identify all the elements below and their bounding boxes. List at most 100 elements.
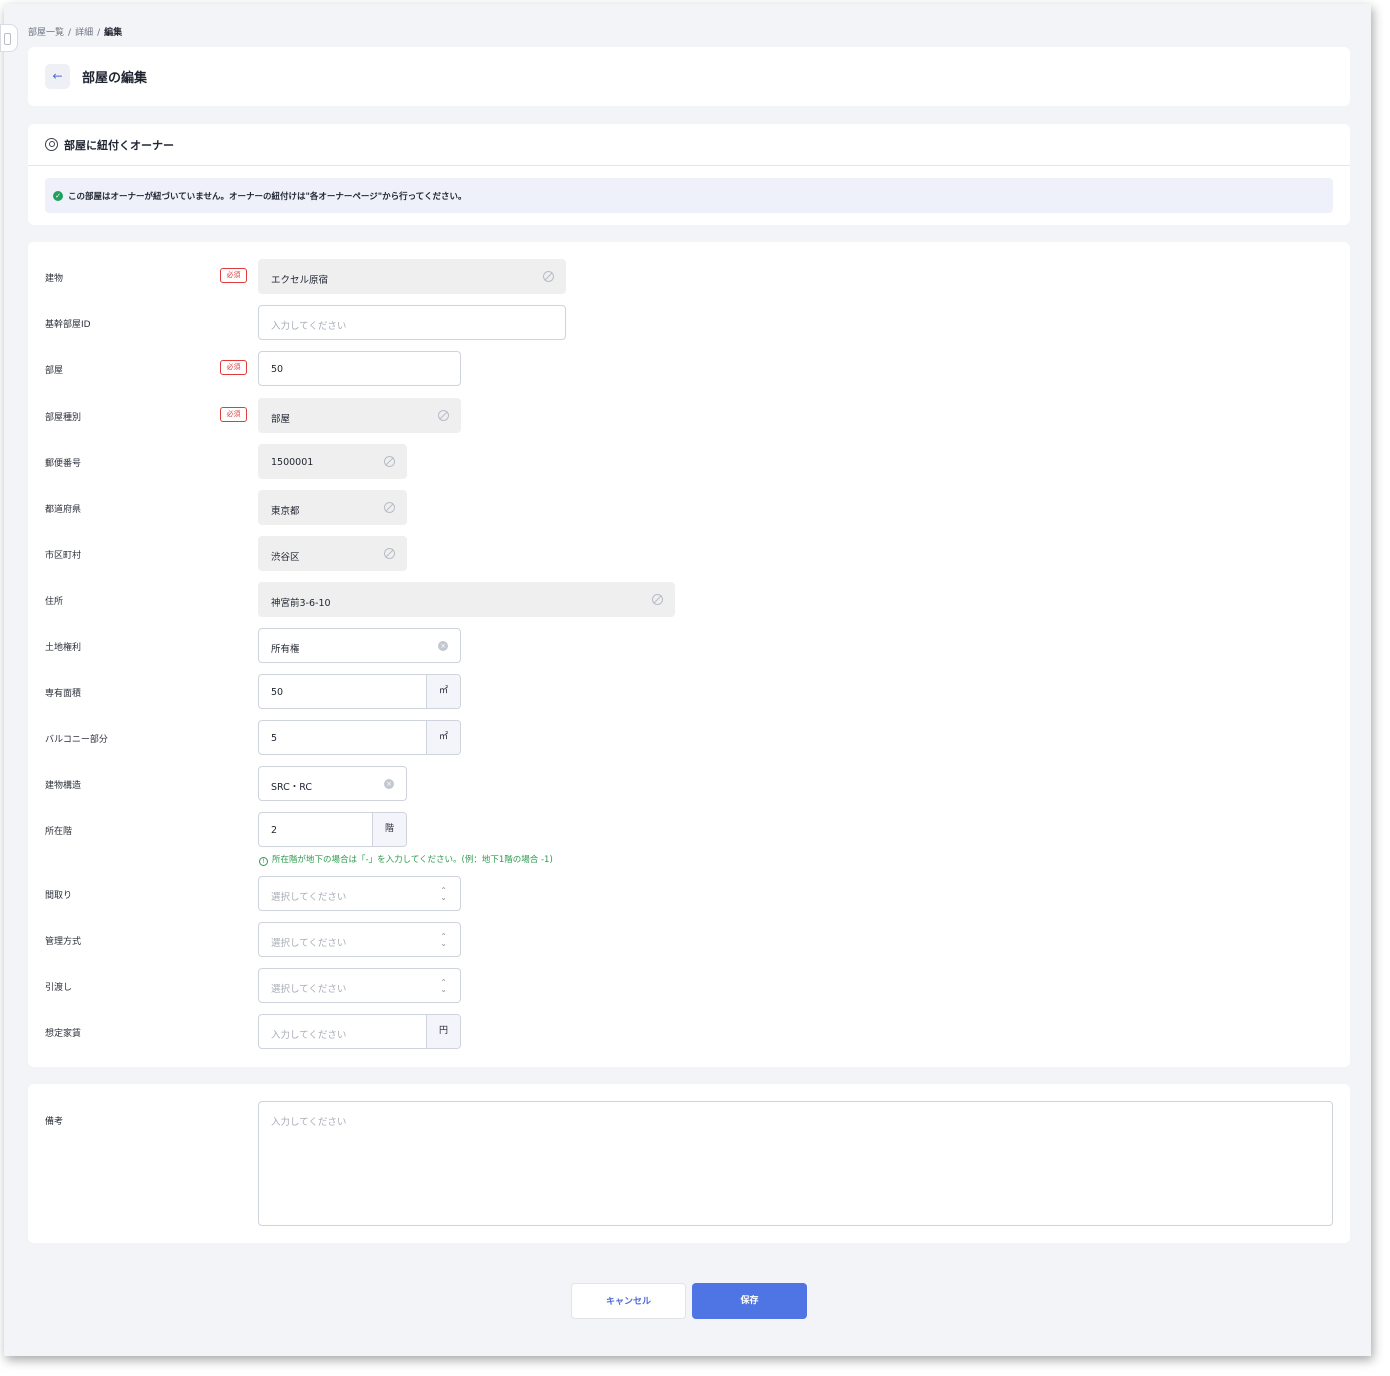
balcony-input[interactable]: 5 ㎡ (258, 720, 461, 755)
layout-select[interactable]: 選択してください ⌃ ⌄ (258, 876, 461, 911)
floor-hint-text: 所在階が地下の場合は「-」を入力してください。(例：地下1階の場合 -1) (272, 855, 553, 865)
room-type-field: 部屋 (258, 398, 461, 433)
breadcrumb-current: 編集 (104, 28, 123, 38)
land-right-label: 土地権利 (45, 643, 82, 653)
form-row-land-right: 土地権利 所有権 × (28, 628, 1350, 663)
building-label: 建物 (45, 274, 64, 284)
info-icon: ! (259, 857, 268, 866)
address-field: 神宮前3-6-10 (258, 582, 675, 617)
breadcrumb-separator: / (68, 28, 72, 38)
disabled-icon (543, 271, 554, 282)
notes-card: 備考 入力してください (28, 1084, 1350, 1243)
required-badge: 必須 (220, 268, 247, 283)
page-title: 部屋の編集 (82, 71, 148, 86)
room-label: 部屋 (45, 366, 64, 376)
clear-icon[interactable]: × (438, 641, 448, 651)
back-button[interactable]: ← (45, 64, 70, 89)
owner-alert: ✓ この部屋はオーナーが紐づいていません。オーナーの紐付けは"各オーナーページ"… (45, 178, 1333, 213)
prefecture-field: 東京都 (258, 490, 407, 525)
balcony-label: バルコニー部分 (45, 735, 108, 745)
land-right-select[interactable]: 所有権 × (258, 628, 461, 663)
rent-input[interactable]: 入力してください 円 (258, 1014, 461, 1049)
disabled-icon (384, 502, 395, 513)
address-label: 住所 (45, 597, 64, 607)
form-row-room-type: 部屋種別 必須 部屋 (28, 398, 1350, 433)
form-row-building: 建物 必須 エクセル原宿 (28, 259, 1350, 294)
room-type-label: 部屋種別 (45, 413, 82, 423)
title-card: ← 部屋の編集 (28, 47, 1350, 106)
breadcrumb-separator: / (97, 28, 101, 38)
check-circle-icon: ✓ (53, 190, 63, 201)
building-field: エクセル原宿 (258, 259, 566, 294)
disabled-icon (384, 548, 395, 559)
form-row-postal: 郵便番号 1500001 (28, 444, 1350, 479)
owner-section-title: 部屋に紐付くオーナー (64, 138, 174, 152)
room-value: 50 (271, 364, 284, 375)
form-row-layout: 間取り 選択してください ⌃ ⌄ (28, 876, 1350, 911)
management-label: 管理方式 (45, 937, 82, 947)
floor-value: 2 (271, 825, 278, 836)
land-right-value: 所有権 (271, 644, 300, 655)
form-row-management: 管理方式 選択してください ⌃ ⌄ (28, 922, 1350, 957)
form-row-structure: 建物構造 SRC・RC × (28, 766, 1350, 801)
structure-select[interactable]: SRC・RC × (258, 766, 407, 801)
disabled-icon (384, 456, 395, 467)
layout-placeholder: 選択してください (271, 892, 347, 903)
breadcrumb-room-list[interactable]: 部屋一覧 (28, 28, 64, 38)
management-select[interactable]: 選択してください ⌃ ⌄ (258, 922, 461, 957)
handover-placeholder: 選択してください (271, 984, 347, 995)
balcony-value: 5 (271, 733, 278, 744)
arrow-left-icon: ← (52, 69, 63, 83)
postal-value: 1500001 (271, 457, 314, 468)
form-row-balcony: バルコニー部分 5 ㎡ (28, 720, 1350, 755)
form-row-rent: 想定家賃 入力してください 円 (28, 1014, 1350, 1049)
floor-unit: 階 (372, 813, 406, 846)
breadcrumb: 部屋一覧 / 詳細 / 編集 (28, 25, 122, 38)
disabled-icon (438, 410, 449, 421)
required-badge: 必須 (220, 360, 247, 375)
sidebar-toggle[interactable] (0, 24, 18, 52)
core-room-id-input[interactable]: 入力してください (258, 305, 566, 340)
floor-hint: ! 所在階が地下の場合は「-」を入力してください。(例：地下1階の場合 -1) (259, 853, 553, 866)
form-row-floor: 所在階 2 階 ! 所在階が地下の場合は「-」を入力してください。(例：地下1階の… (28, 812, 1350, 867)
form-row-core-room-id: 基幹部屋ID 入力してください (28, 305, 1350, 340)
area-input[interactable]: 50 ㎡ (258, 674, 461, 709)
disabled-icon (652, 594, 663, 605)
rent-label: 想定家賃 (45, 1029, 82, 1039)
prefecture-label: 都道府県 (45, 505, 82, 515)
required-badge: 必須 (220, 407, 247, 422)
room-input[interactable]: 50 (258, 351, 461, 386)
owner-card: 部屋に紐付くオーナー ✓ この部屋はオーナーが紐づいていません。オーナーの紐付け… (28, 124, 1350, 225)
city-field: 渋谷区 (258, 536, 407, 571)
user-circle-icon (45, 138, 58, 151)
structure-label: 建物構造 (45, 781, 82, 791)
rent-unit: 円 (426, 1015, 460, 1048)
chevron-up-down-icon: ⌃ ⌄ (440, 886, 447, 902)
city-label: 市区町村 (45, 551, 82, 561)
form-row-handover: 引渡し 選択してください ⌃ ⌄ (28, 968, 1350, 1003)
form-row-room: 部屋 必須 50 (28, 351, 1350, 386)
floor-label: 所在階 (45, 827, 73, 837)
save-button[interactable]: 保存 (692, 1283, 807, 1319)
address-value: 神宮前3-6-10 (271, 598, 331, 609)
room-form-card: 建物 必須 エクセル原宿 基幹部屋ID 入力してください 部屋 必須 50 部屋… (28, 242, 1350, 1067)
notes-textarea[interactable]: 入力してください (258, 1101, 1333, 1226)
floor-input[interactable]: 2 階 (258, 812, 407, 847)
form-row-prefecture: 都道府県 東京都 (28, 490, 1350, 525)
clear-icon[interactable]: × (384, 779, 394, 789)
structure-value: SRC・RC (271, 782, 313, 793)
layout-label: 間取り (45, 891, 73, 901)
prefecture-value: 東京都 (271, 506, 300, 517)
notes-label: 備考 (45, 1117, 64, 1127)
core-room-id-placeholder: 入力してください (271, 321, 347, 332)
area-value: 50 (271, 687, 284, 698)
management-placeholder: 選択してください (271, 938, 347, 949)
handover-label: 引渡し (45, 983, 73, 993)
app-frame: 部屋一覧 / 詳細 / 編集 ← 部屋の編集 部屋に紐付くオーナー ✓ この部屋はオーナ… (0, 4, 1371, 1356)
balcony-unit: ㎡ (426, 721, 460, 754)
form-row-address: 住所 神宮前3-6-10 (28, 582, 1350, 617)
cancel-button[interactable]: キャンセル (571, 1283, 686, 1319)
handover-select[interactable]: 選択してください ⌃ ⌄ (258, 968, 461, 1003)
chevron-up-down-icon: ⌃ ⌄ (440, 978, 447, 994)
breadcrumb-detail[interactable]: 詳細 (75, 28, 93, 38)
